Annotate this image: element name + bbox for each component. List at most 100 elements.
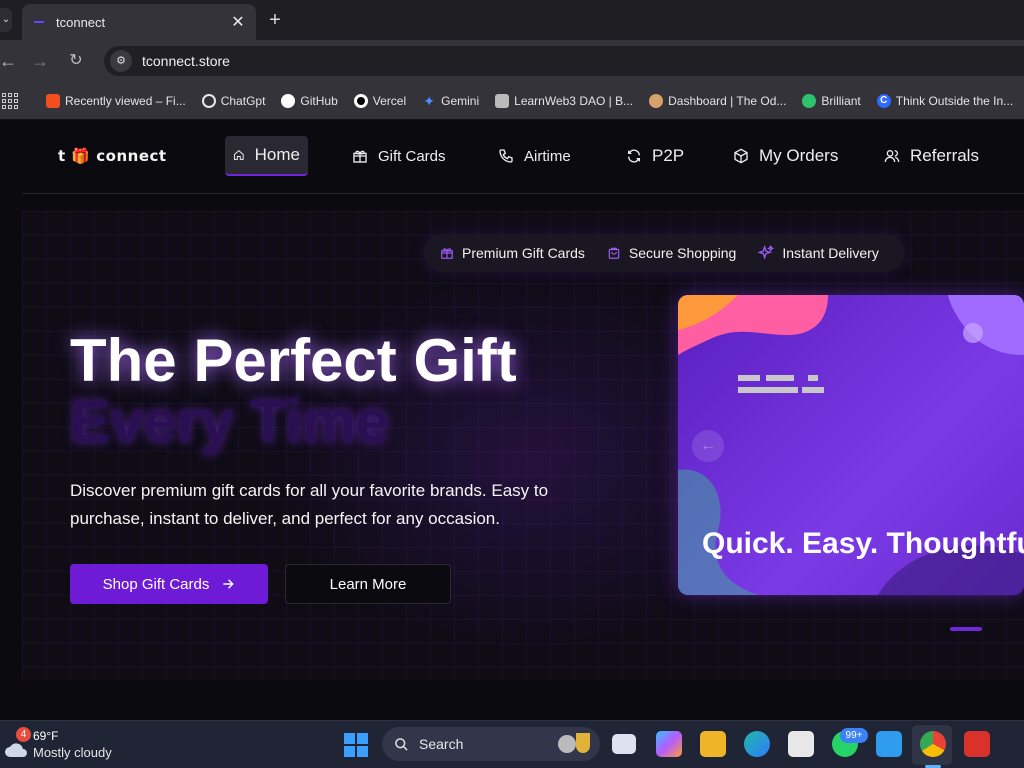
tab-favicon-icon — [34, 21, 44, 23]
bookmark-item[interactable]: Brilliant — [802, 93, 861, 108]
chatgpt-icon — [201, 93, 216, 108]
hero-section: Premium Gift Cards Secure Shopping Insta… — [22, 211, 1024, 680]
nav-p2p[interactable]: P2P — [618, 136, 692, 176]
address-bar[interactable]: ⚙ tconnect.store — [104, 46, 1024, 76]
brilliant-icon — [802, 93, 817, 108]
c-icon: C — [876, 93, 891, 108]
featured-gift-card[interactable]: ← Quick. Easy. Thoughtful. — [678, 295, 1024, 595]
taskbar-search[interactable]: Search — [382, 727, 600, 761]
brand-logo[interactable]: t 🎁 connect — [58, 147, 167, 165]
hero-title-line1: The Perfect Gift — [70, 327, 517, 394]
bookmark-label: LearnWeb3 DAO | B... — [514, 93, 634, 108]
apps-grid-icon[interactable] — [2, 92, 18, 109]
hero-description: Discover premium gift cards for all your… — [70, 481, 549, 528]
nav-home[interactable]: Home — [225, 136, 308, 176]
bookmark-label: Brilliant — [821, 93, 861, 108]
nav-label: Home — [254, 145, 300, 164]
carousel-prev-icon[interactable]: ← — [692, 430, 724, 462]
home-icon — [233, 149, 244, 160]
odin-icon — [649, 93, 664, 108]
reload-icon[interactable]: ↻ — [64, 49, 88, 73]
taskbar: 4 69°F Mostly cloudy Search 99+ — [0, 720, 1024, 768]
arrow-right-icon — [223, 579, 235, 589]
sparkles-icon — [758, 245, 775, 260]
bookmark-label: Vercel — [372, 93, 407, 108]
weather-widget[interactable]: 4 69°F Mostly cloudy — [4, 727, 144, 763]
tab-search-chevron-icon[interactable]: ⌄ — [0, 8, 12, 32]
vercel-icon — [353, 93, 368, 108]
search-icon — [395, 737, 408, 751]
browser-tab[interactable]: tconnect ✕ — [22, 4, 256, 40]
gift-icon — [441, 248, 453, 259]
nav-label: Gift Cards — [378, 147, 446, 165]
refresh-icon — [628, 149, 640, 163]
chrome-icon[interactable] — [920, 731, 946, 757]
new-tab-button[interactable]: + — [266, 8, 284, 32]
copilot-icon[interactable] — [656, 731, 682, 757]
weather-temperature: 69°F — [33, 729, 59, 743]
whatsapp-badge: 99+ — [840, 728, 868, 743]
bookmark-item[interactable]: LearnWeb3 DAO | B... — [495, 93, 634, 108]
shopping-bag-icon — [608, 247, 620, 259]
forward-arrow-icon[interactable]: → — [28, 49, 52, 73]
bookmark-label: Gemini — [441, 93, 480, 108]
browser-toolbar: ← → ↻ ⚙ tconnect.store — [0, 40, 1024, 82]
bookmarks-bar: Recently viewed – Fi... ChatGpt GitHub V… — [0, 82, 1024, 120]
nav-gift-cards[interactable]: Gift Cards — [344, 136, 454, 176]
address-url[interactable]: tconnect.store — [142, 53, 230, 69]
bookmark-item[interactable]: ✦ Gemini — [422, 94, 479, 108]
github-icon — [281, 93, 296, 108]
nav-label: Airtime — [524, 147, 571, 165]
feature-pill: Secure Shopping — [607, 245, 736, 261]
feature-pill-label: Premium Gift Cards — [462, 245, 585, 261]
carousel-indicator[interactable] — [950, 627, 982, 631]
bookmark-item[interactable]: Vercel — [353, 93, 407, 108]
edge-icon[interactable] — [744, 731, 770, 757]
weather-badge: 4 — [16, 727, 31, 742]
site-info-icon[interactable]: ⚙ — [110, 50, 132, 72]
nav-label: My Orders — [759, 146, 839, 165]
gift-icon — [353, 150, 367, 163]
bookmark-item[interactable]: ChatGpt — [201, 93, 266, 108]
feature-pill-label: Instant Delivery — [782, 245, 879, 261]
wps-office-icon[interactable] — [964, 731, 990, 757]
learn-more-button[interactable]: Learn More — [285, 564, 451, 604]
microsoft-store-icon[interactable] — [788, 731, 814, 757]
feature-pill-label: Secure Shopping — [628, 245, 737, 261]
tab-title: tconnect — [56, 14, 106, 30]
windows-start-icon[interactable] — [344, 733, 368, 757]
browser-tab-strip: ⌄ tconnect ✕ + — [0, 0, 1024, 40]
bookmark-label: ChatGpt — [220, 93, 266, 108]
weather-description: Mostly cloudy — [33, 745, 112, 760]
bookmark-label: Recently viewed – Fi... — [65, 93, 186, 108]
bookmark-item[interactable]: C Think Outside the In... — [876, 93, 1013, 108]
task-view-icon[interactable] — [612, 734, 636, 754]
nav-label: Referrals — [910, 146, 979, 165]
bookmark-item[interactable]: GitHub — [281, 93, 338, 108]
back-arrow-icon[interactable]: ← — [0, 49, 20, 73]
website: t 🎁 connect Home Gift Cards Airtime P2P … — [0, 121, 1024, 720]
tab-close-icon[interactable]: ✕ — [230, 12, 246, 32]
gemini-icon: ✦ — [423, 92, 435, 109]
nav-divider — [22, 193, 1024, 194]
nav-airtime[interactable]: Airtime — [490, 136, 579, 176]
feature-pill: Instant Delivery — [758, 245, 879, 261]
bookmark-item[interactable]: Dashboard | The Od... — [649, 93, 787, 108]
cloud-icon — [5, 743, 27, 757]
nav-label: P2P — [652, 146, 685, 165]
vscode-icon[interactable] — [876, 731, 902, 757]
users-icon — [884, 150, 900, 163]
bookmark-label: GitHub — [300, 93, 338, 108]
phone-icon — [499, 149, 513, 163]
hero-title-line2: Every Time — [70, 388, 390, 455]
shop-gift-cards-button[interactable]: Shop Gift Cards — [70, 564, 268, 604]
nav-my-orders[interactable]: My Orders — [725, 136, 846, 176]
bookmark-item[interactable]: Recently viewed – Fi... — [46, 93, 186, 108]
box-icon — [734, 148, 748, 164]
feature-pills: Premium Gift Cards Secure Shopping Insta… — [424, 234, 904, 272]
taskbar-search-label: Search — [419, 736, 464, 752]
bookmark-label: Dashboard | The Od... — [668, 93, 787, 108]
nav-referrals[interactable]: Referrals — [876, 136, 987, 176]
button-label: Shop Gift Cards — [102, 575, 210, 593]
file-explorer-icon[interactable] — [700, 731, 726, 757]
